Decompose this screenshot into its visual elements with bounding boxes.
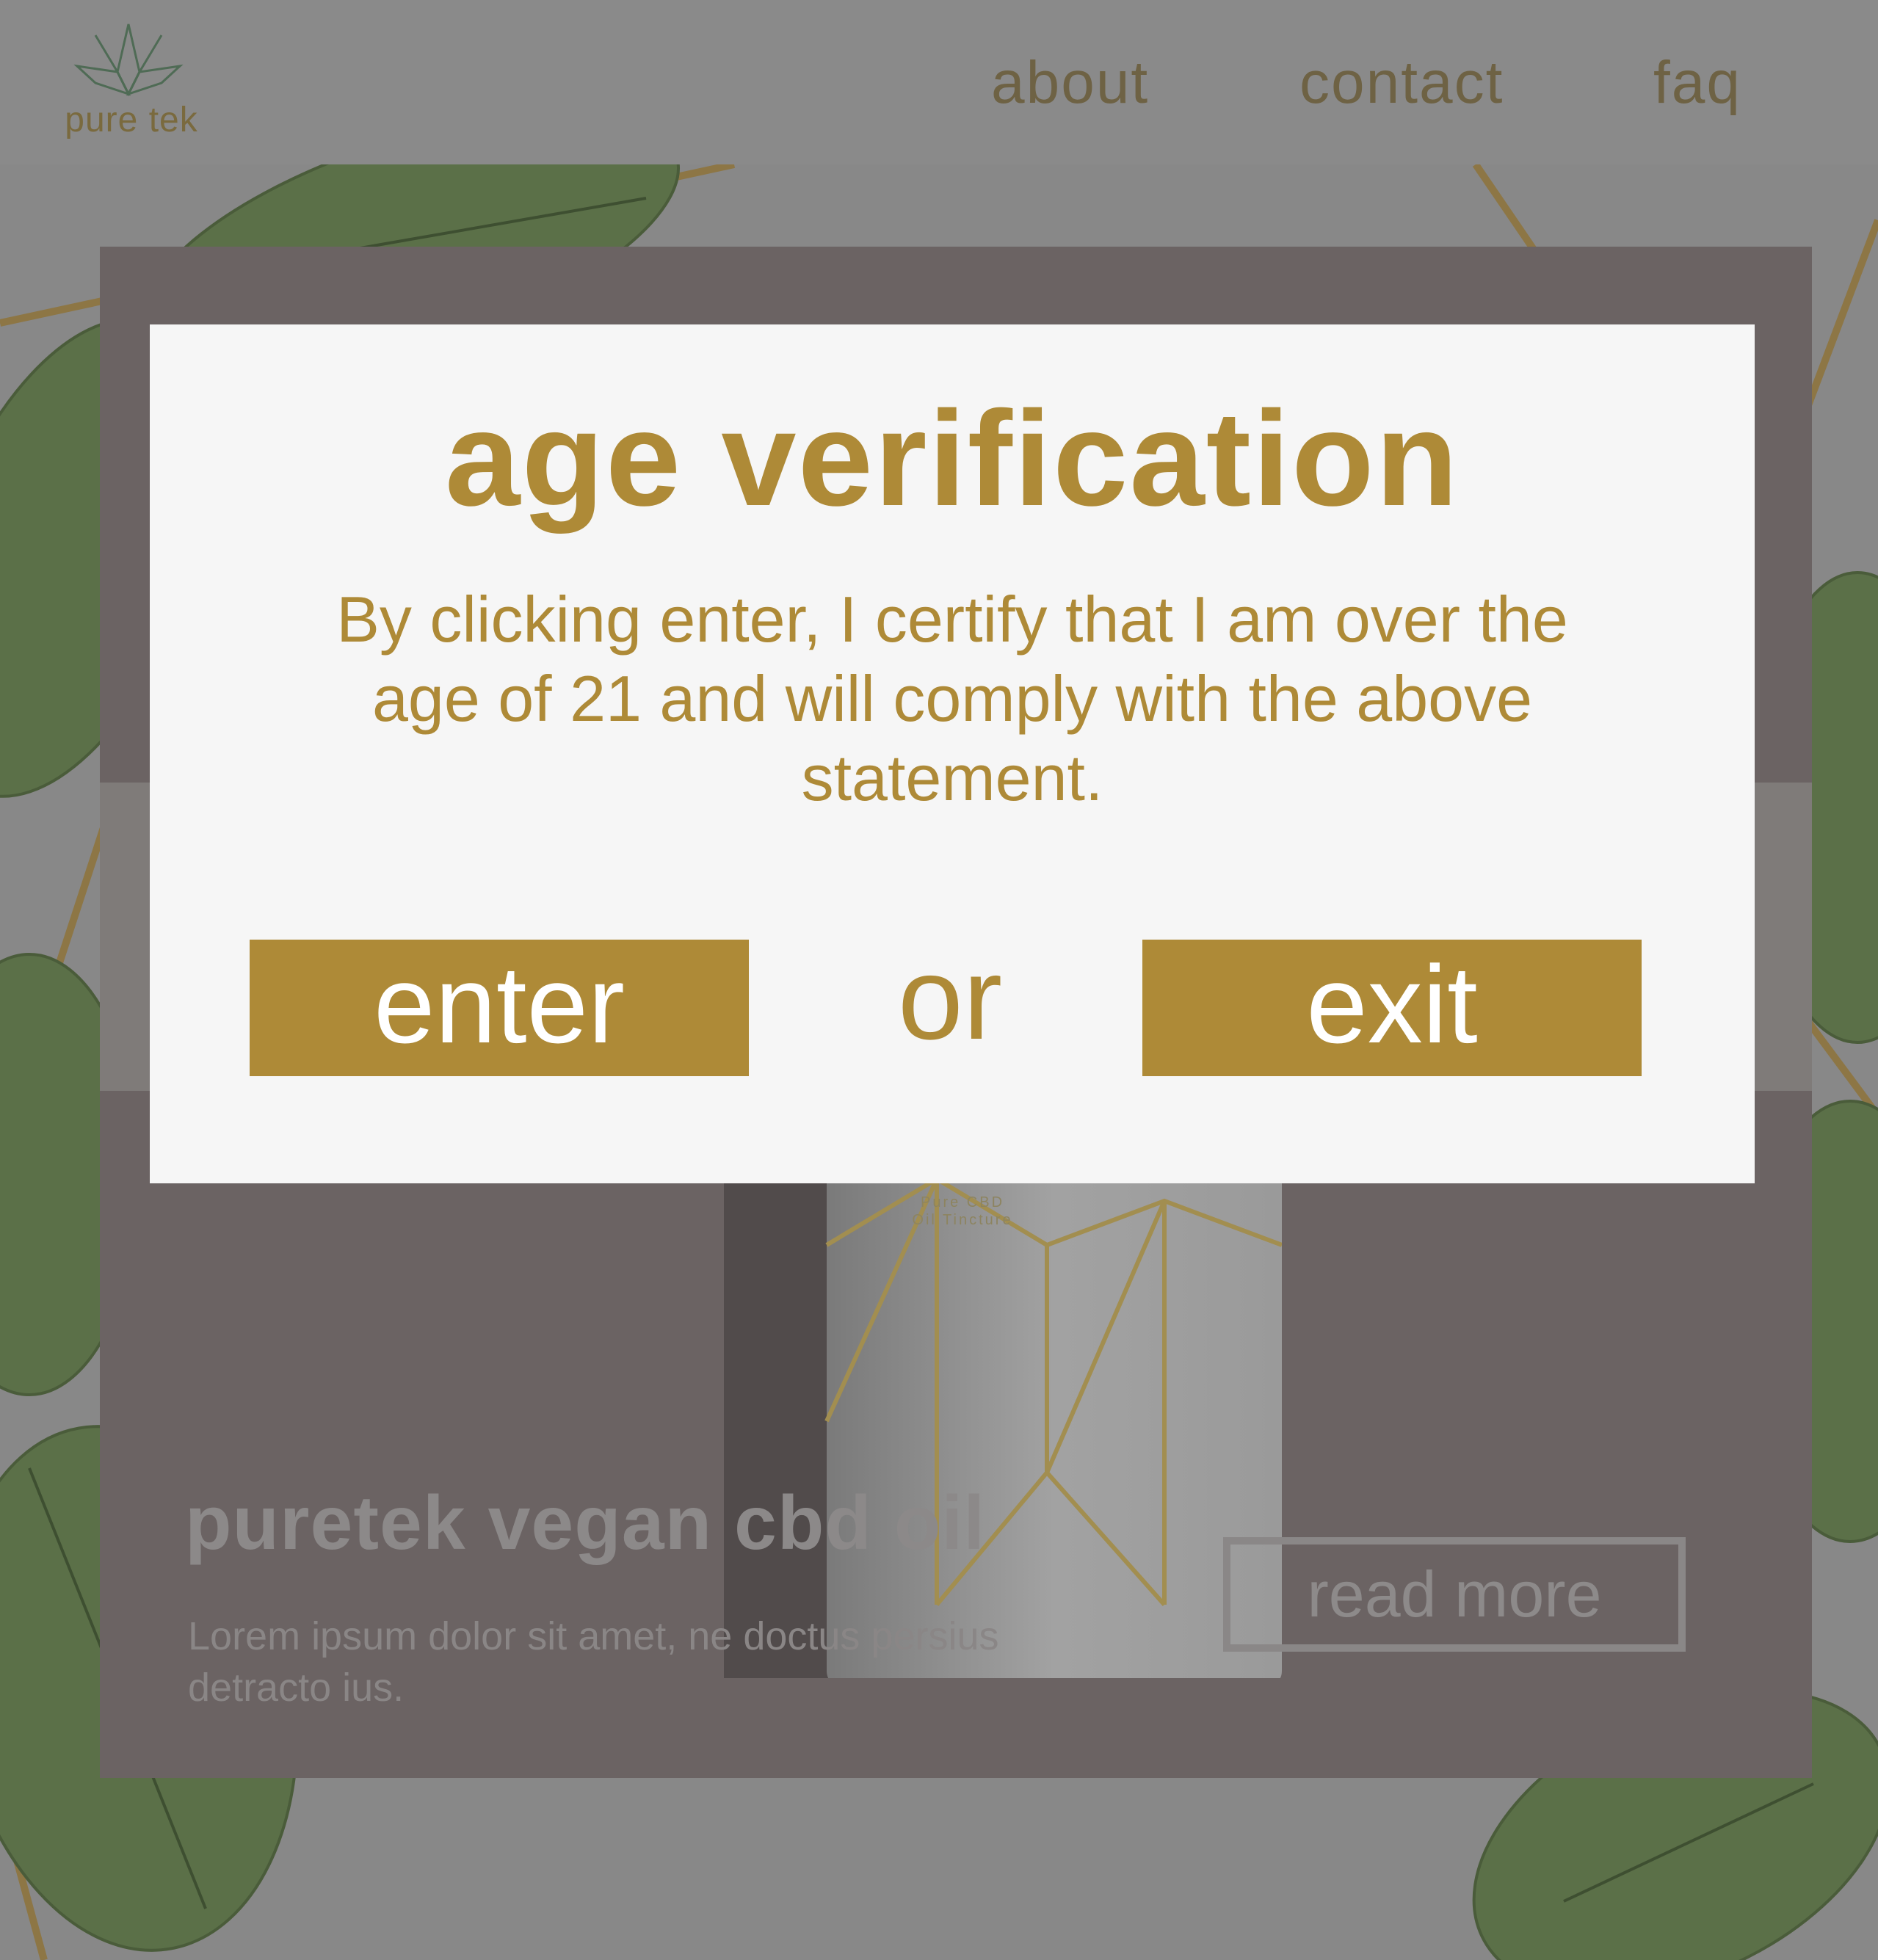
brand-logo[interactable]: pure tek [47,21,216,145]
bottle-label-line1: Pure CBD [920,1194,1005,1211]
modal-body-text: By clicking enter, I certify that I am o… [336,583,1568,814]
bottle-label: Pure CBD Oil Tincture [889,1194,1036,1229]
read-more-button[interactable]: read more [1223,1537,1686,1652]
exit-button[interactable]: exit [1142,940,1642,1076]
brand-name: pure tek [65,101,198,139]
or-separator: or [897,932,1003,1064]
nav-faq-link[interactable]: faq [1653,48,1741,117]
product-title: puretek vegan cbd oil [185,1481,986,1566]
nav-contact-link[interactable]: contact [1299,48,1504,117]
nav-about-link[interactable]: about [991,48,1149,117]
age-verification-modal: age verification By clicking enter, I ce… [150,324,1755,1183]
product-description: Lorem ipsum dolor sit amet, ne doctus pe… [188,1614,999,1710]
cannabis-leaf-icon [73,23,184,97]
site-header: pure tek about contact faq [0,0,1878,164]
modal-title: age verification [445,382,1460,534]
enter-button[interactable]: enter [250,940,749,1076]
bottle-label-line2: Oil Tincture [912,1212,1013,1228]
